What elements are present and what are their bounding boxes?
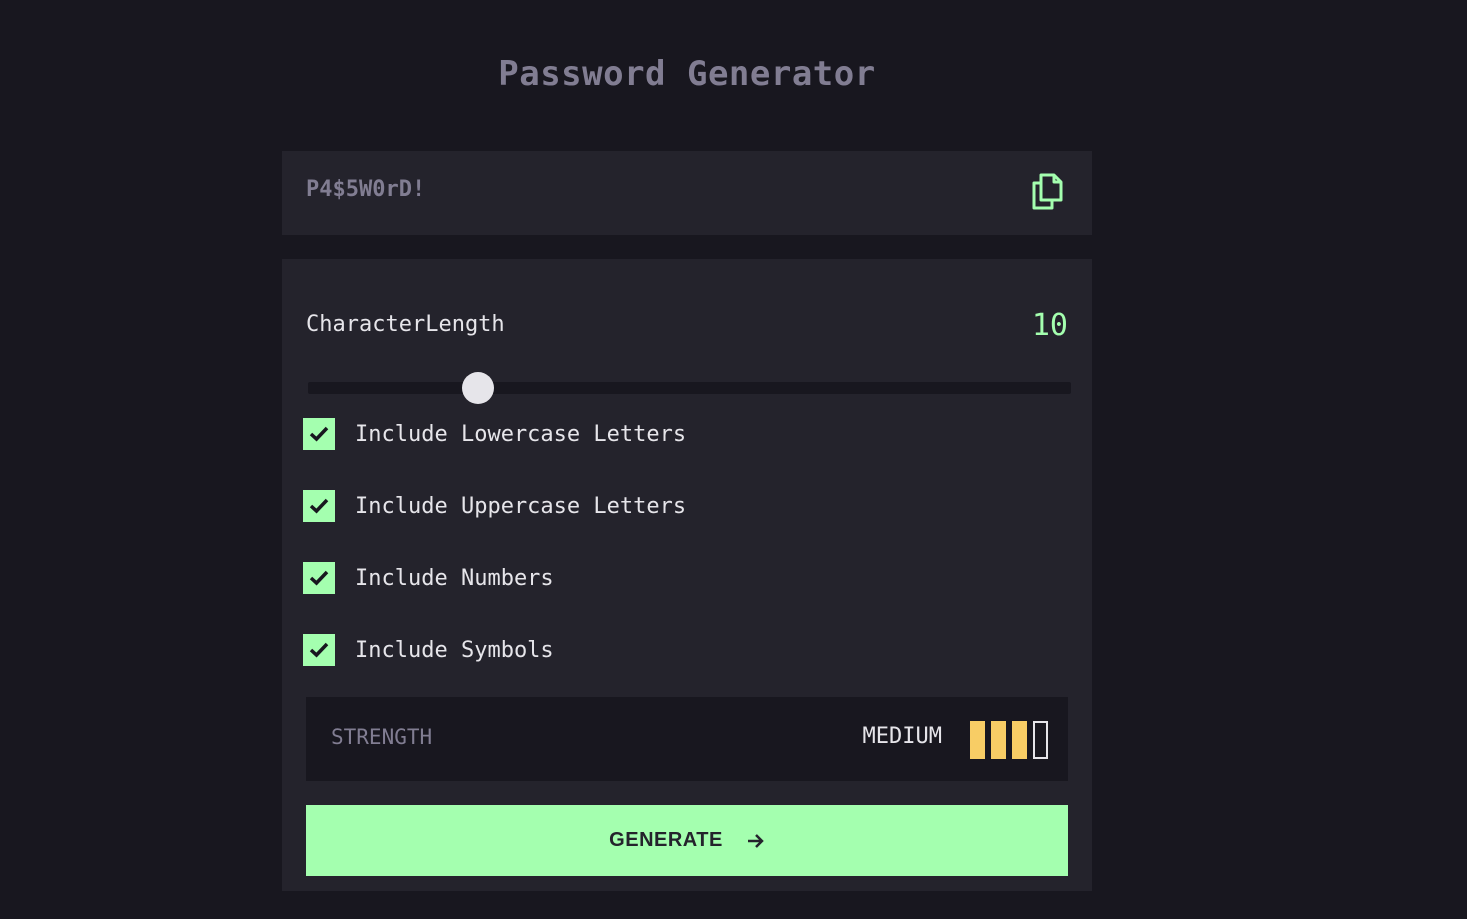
strength-bars: [970, 721, 1048, 759]
strength-bar: [1012, 721, 1027, 759]
generate-label: GENERATE: [609, 829, 723, 851]
page-title: Password Generator: [498, 54, 876, 94]
generate-button[interactable]: GENERATE: [306, 805, 1068, 876]
arrow-right-icon: [747, 833, 764, 848]
strength-label: STRENGTH: [331, 725, 433, 749]
character-length-value: 10: [1031, 308, 1068, 343]
option-symbols[interactable]: Include Symbols: [303, 632, 554, 668]
option-label: Include Uppercase Letters: [355, 493, 687, 519]
check-icon: [309, 498, 329, 514]
settings-panel: CharacterLength 10 Include Lowercase Let…: [282, 259, 1092, 891]
strength-value: MEDIUM: [862, 724, 942, 749]
length-slider-track[interactable]: [308, 382, 1071, 394]
check-icon: [309, 642, 329, 658]
option-label: Include Symbols: [355, 637, 554, 663]
option-uppercase[interactable]: Include Uppercase Letters: [303, 488, 686, 524]
option-label: Include Lowercase Letters: [355, 421, 687, 447]
copy-icon: [1032, 173, 1063, 210]
option-numbers[interactable]: Include Numbers: [303, 560, 554, 596]
option-label: Include Numbers: [355, 565, 554, 591]
check-icon: [309, 426, 329, 442]
strength-bar: [991, 721, 1006, 759]
symbols-checkbox[interactable]: [303, 634, 335, 666]
strength-bar: [1033, 721, 1048, 759]
password-output: P4$5W0rD!: [282, 151, 1092, 235]
length-slider-thumb[interactable]: [462, 372, 494, 404]
password-text: P4$5W0rD!: [306, 177, 426, 202]
strength-meter: STRENGTH MEDIUM: [306, 697, 1068, 781]
check-icon: [309, 570, 329, 586]
copy-button[interactable]: [1030, 171, 1064, 211]
numbers-checkbox[interactable]: [303, 562, 335, 594]
character-length-label: CharacterLength: [306, 312, 505, 337]
page: Password Generator P4$5W0rD! CharacterLe…: [0, 0, 1467, 919]
strength-bar: [970, 721, 985, 759]
uppercase-checkbox[interactable]: [303, 490, 335, 522]
option-lowercase[interactable]: Include Lowercase Letters: [303, 416, 686, 452]
lowercase-checkbox[interactable]: [303, 418, 335, 450]
